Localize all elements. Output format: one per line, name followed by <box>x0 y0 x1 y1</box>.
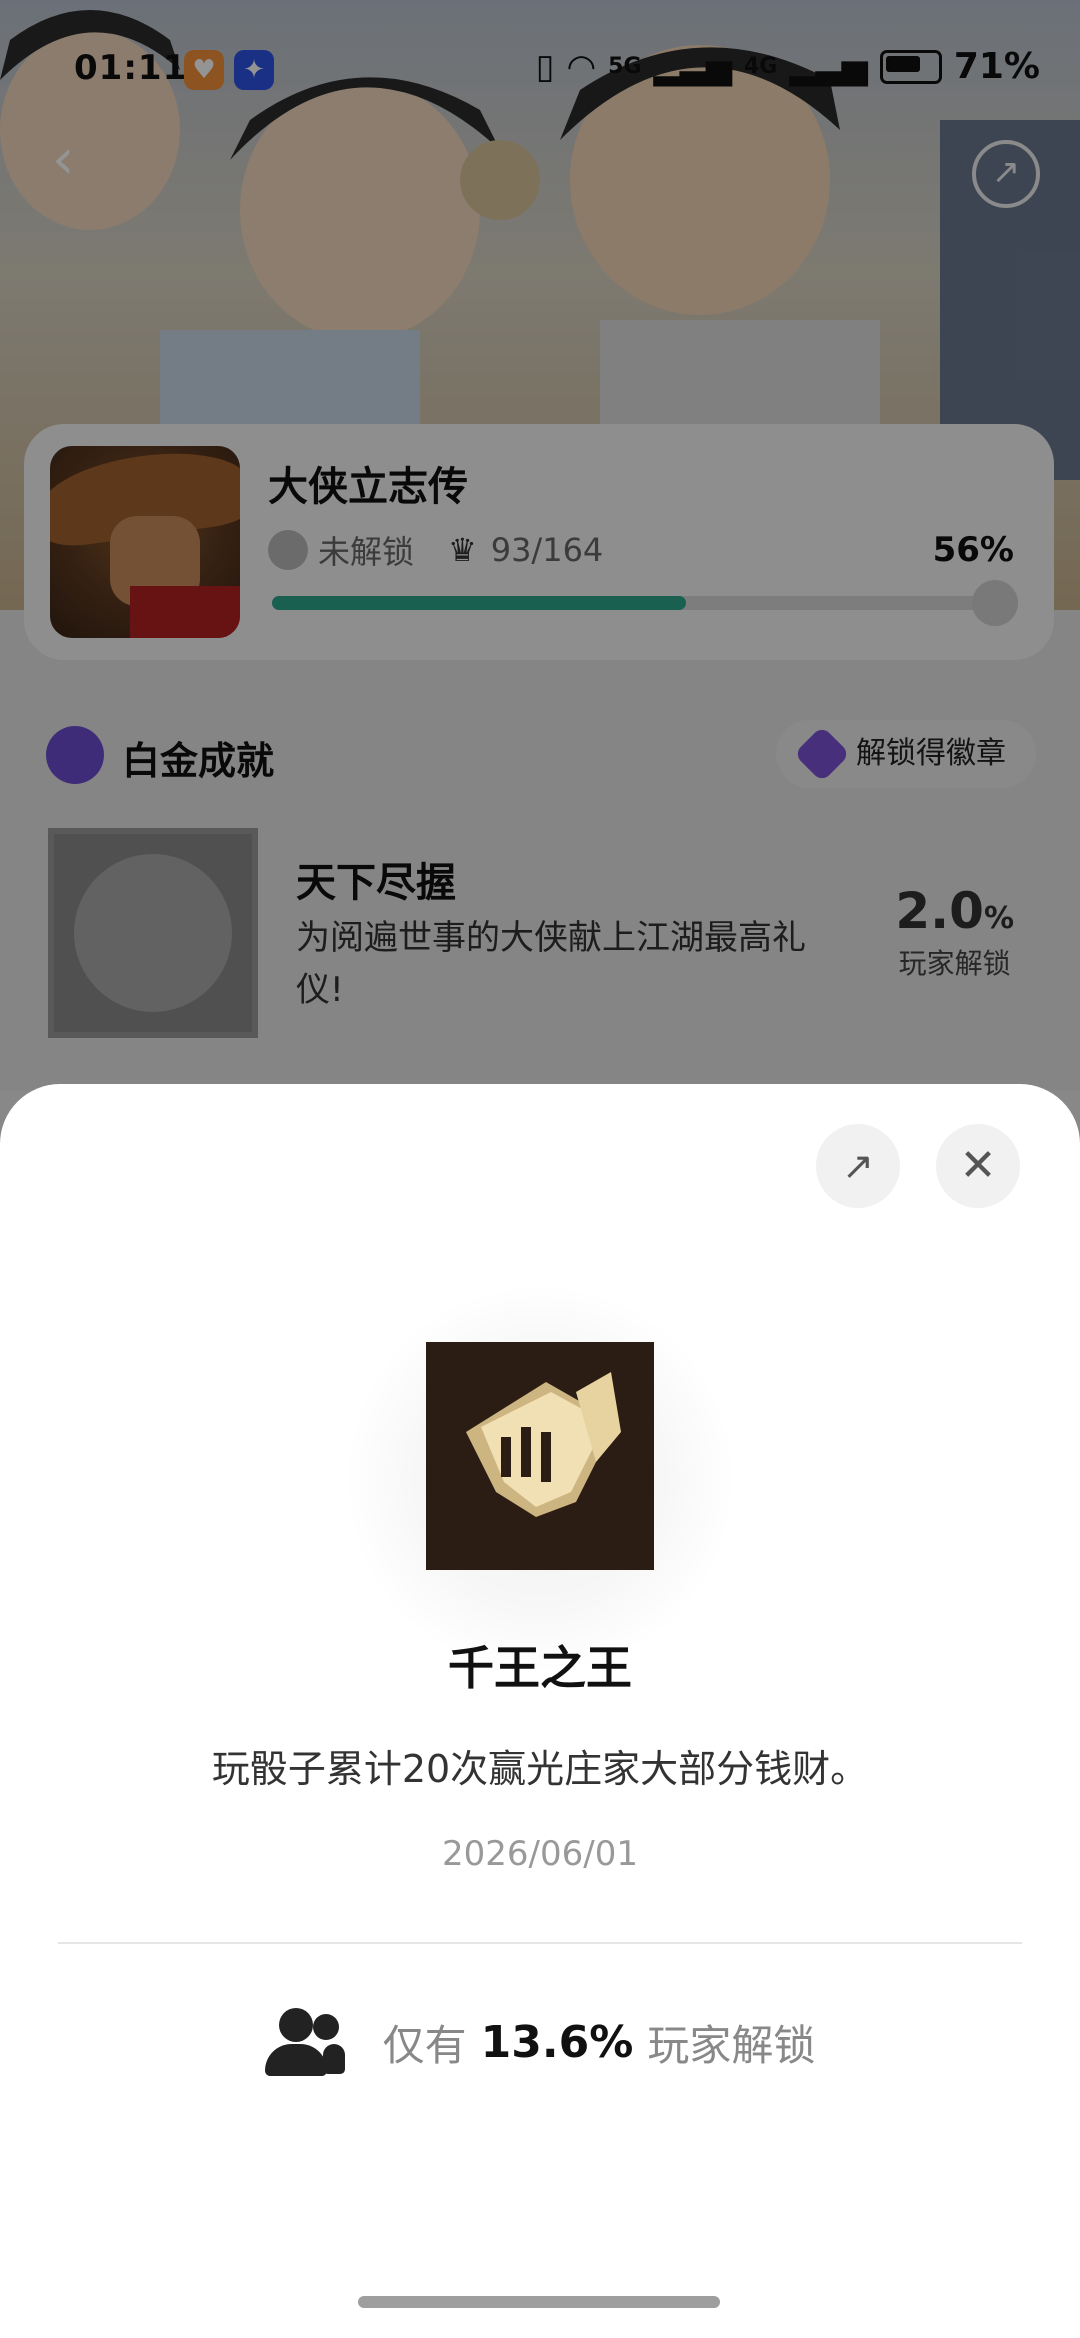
stat-prefix: 仅有 <box>382 2020 467 2070</box>
home-indicator[interactable] <box>358 2296 720 2308</box>
achievement-detail-sheet: ↗ ✕ 千王之王 玩骰子累计20次赢光庄家大部分钱财。 2026/06/01 仅… <box>0 1084 1080 2338</box>
unlock-date: 2026/06/01 <box>442 1834 638 1874</box>
achievement-description: 玩骰子累计20次赢光庄家大部分钱财。 <box>211 1747 869 1791</box>
stat-value: 13.6% <box>480 2016 634 2068</box>
people-icon <box>264 2008 345 2076</box>
achievement-title: 千王之王 <box>448 1641 632 1695</box>
close-button[interactable]: ✕ <box>936 1124 1020 1208</box>
share-button[interactable]: ↗ <box>816 1124 900 1208</box>
unlock-stat-row: 仅有 13.6% 玩家解锁 <box>0 2008 1080 2088</box>
modal-backdrop[interactable] <box>0 0 1080 1090</box>
background-page: 01:11 ♥ ✦ ▯ ◠ 5G ▂▃▅ 4G ▂▃▅ 71% ‹ ↗ 大侠立志… <box>0 0 1080 1090</box>
stat-suffix: 玩家解锁 <box>647 2020 816 2070</box>
cards-icon <box>466 1372 621 1517</box>
divider <box>58 1942 1022 1944</box>
achievement-icon <box>426 1342 654 1570</box>
